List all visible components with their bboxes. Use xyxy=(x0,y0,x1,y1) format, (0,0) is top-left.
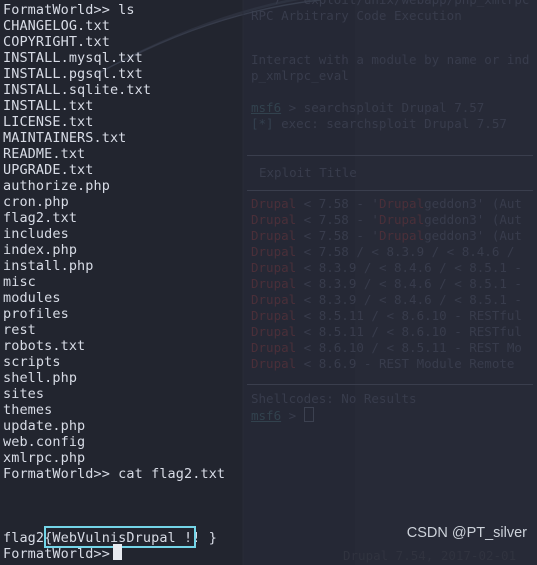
terminal-line: misc xyxy=(3,274,36,290)
bg-bottom-fragment: Drupal 7.54, 2017-02-01 xyxy=(343,548,517,563)
terminal-line: INSTALL.mysql.txt xyxy=(3,50,143,66)
terminal-line: INSTALL.pgsql.txt xyxy=(3,66,143,82)
terminal-command-line: FormatWorld>> cat flag2.txt xyxy=(3,466,226,482)
terminal-line: INSTALL.sqlite.txt xyxy=(3,82,152,98)
terminal-line: themes xyxy=(3,402,53,418)
terminal-line: update.php xyxy=(3,418,86,434)
terminal-line: install.php xyxy=(3,258,94,274)
terminal-line: profiles xyxy=(3,306,69,322)
watermark-label: CSDN @PT_silver xyxy=(406,525,527,541)
terminal-line: FormatWorld>> ls xyxy=(3,2,135,18)
terminal-cursor xyxy=(113,544,122,560)
terminal-line: UPGRADE.txt xyxy=(3,162,94,178)
terminal-line: INSTALL.txt xyxy=(3,98,94,114)
terminal-line: authorize.php xyxy=(3,178,110,194)
terminal-line: rest xyxy=(3,322,36,338)
terminal-line: COPYRIGHT.txt xyxy=(3,34,110,50)
terminal-line: cron.php xyxy=(3,194,69,210)
terminal-line: index.php xyxy=(3,242,78,258)
terminal-prompt-line[interactable]: FormatWorld>> xyxy=(3,546,118,562)
terminal-line: CHANGELOG.txt xyxy=(3,18,110,34)
terminal-line: LICENSE.txt xyxy=(3,114,94,130)
foreground-terminal[interactable]: FormatWorld>> ls CHANGELOG.txt COPYRIGHT… xyxy=(0,0,300,565)
terminal-line: README.txt xyxy=(3,146,86,162)
terminal-line: includes xyxy=(3,226,69,242)
terminal-line: scripts xyxy=(3,354,61,370)
terminal-line: robots.txt xyxy=(3,338,86,354)
terminal-line: shell.php xyxy=(3,370,78,386)
terminal-line: sites xyxy=(3,386,45,402)
terminal-line: MAINTAINERS.txt xyxy=(3,130,127,146)
terminal-line: xmlrpc.php xyxy=(3,450,86,466)
terminal-line: modules xyxy=(3,290,61,306)
terminal-screenshot: 7 exploit/unix/webapp/php_xmlrpc RPC Arb… xyxy=(0,0,537,565)
terminal-line: flag2.txt xyxy=(3,210,78,226)
terminal-line: web.config xyxy=(3,434,86,450)
